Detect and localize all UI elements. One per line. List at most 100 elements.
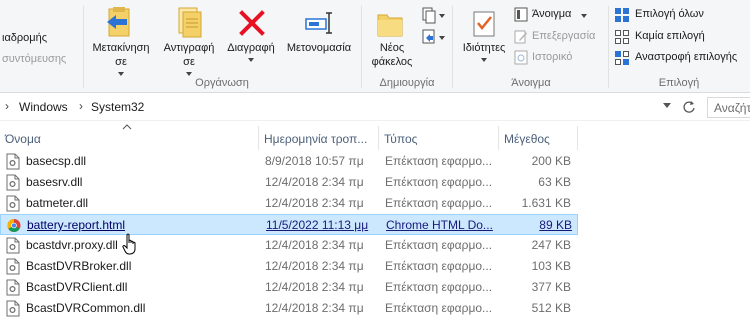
invert-selection-button[interactable]: Αναστροφή επιλογής: [614, 49, 750, 67]
file-type: Επέκταση εφαρμο...: [385, 196, 493, 210]
paste-shortcut-label[interactable]: συντόμευσης: [2, 53, 66, 65]
file-row[interactable]: basesrv.dll 12/4/2018 2:34 πμ Επέκταση εφα…: [0, 172, 578, 193]
file-date: 12/4/2018 2:34 πμ: [265, 196, 364, 210]
file-row[interactable]: BcastDVRClient.dll 12/4/2018 2:34 πμ Επέκτ…: [0, 277, 578, 298]
file-row[interactable]: batmeter.dll 12/4/2018 2:34 πμ Επέκταση εφ…: [0, 193, 578, 214]
dll-file-icon: [6, 237, 20, 254]
file-name: basesrv.dll: [26, 175, 83, 189]
rename-label: Μετονομασία: [286, 42, 352, 54]
invert-selection-icon: [615, 51, 629, 65]
file-date: 8/9/2018 10:57 πμ: [265, 154, 364, 168]
file-type: Επέκταση εφαρμο...: [385, 154, 493, 168]
new-folder-icon: [377, 14, 403, 37]
select-none-button[interactable]: Καμία επιλογή: [614, 28, 750, 46]
delete-label: Διαγραφή: [227, 42, 275, 54]
address-bar[interactable]: › Windows › System32 Αναζήτ: [0, 93, 750, 121]
file-date: 11/5/2022 11:13 μμ: [266, 218, 369, 232]
select-all-label: Επιλογή όλων: [635, 8, 704, 20]
breadcrumb-windows[interactable]: Windows: [19, 100, 68, 114]
dll-file-icon: [6, 300, 20, 317]
refresh-icon[interactable]: [682, 100, 696, 114]
history-icon: [514, 50, 528, 65]
easy-access-icon: [422, 29, 445, 44]
search-placeholder: Αναζήτ: [714, 101, 750, 115]
column-header-size[interactable]: Μέγεθος: [499, 126, 578, 150]
edit-button[interactable]: Επεξεργασία: [514, 28, 604, 46]
file-size: 247 KB: [531, 238, 571, 252]
file-date: 12/4/2018 2:34 πμ: [265, 259, 364, 273]
open-label: Άνοιγμα: [532, 8, 572, 20]
file-size: 377 KB: [531, 280, 571, 294]
file-name: BcastDVRBroker.dll: [26, 259, 132, 273]
column-header-type[interactable]: Τύπος: [379, 126, 499, 150]
dll-file-icon: [6, 279, 20, 296]
dll-file-icon: [6, 174, 20, 191]
invert-selection-label: Αναστροφή επιλογής: [635, 51, 738, 63]
chevron-down-icon: [118, 72, 124, 76]
file-type: Επέκταση εφαρμο...: [385, 238, 493, 252]
open-icon: [514, 7, 528, 22]
file-type: Επέκταση εφαρμο...: [385, 175, 493, 189]
select-all-icon: [615, 8, 629, 22]
ribbon-separator: [361, 6, 362, 88]
ribbon-separator: [452, 6, 453, 88]
new-item-button[interactable]: [420, 6, 446, 24]
file-name: BcastDVRClient.dll: [26, 280, 128, 294]
new-folder-button[interactable]: Νέος φάκελος: [364, 2, 414, 74]
organize-group-label: Οργάνωση: [195, 77, 249, 89]
file-type: Επέκταση εφαρμο...: [385, 259, 493, 273]
edit-label: Επεξεργασία: [532, 30, 596, 42]
file-row[interactable]: bcastdvr.proxy.dll 12/4/2018 2:34 πμ Επέκτ…: [0, 235, 578, 256]
chevron-right-icon: ›: [5, 99, 9, 113]
file-size: 63 KB: [538, 175, 571, 189]
breadcrumb-system32[interactable]: System32: [91, 100, 144, 114]
file-row[interactable]: basecsp.dll 8/9/2018 10:57 πμ Επέκταση εφα…: [0, 151, 578, 172]
new-folder-label-line1: Νέος: [379, 42, 405, 54]
move-to-icon: [107, 7, 130, 37]
delete-button[interactable]: Διαγραφή: [222, 2, 280, 74]
copy-to-label-line2: σε: [183, 56, 195, 68]
chevron-down-icon: [248, 58, 254, 62]
rename-button[interactable]: Μετονομασία: [280, 2, 358, 74]
copy-to-button[interactable]: Αντιγραφή σε: [156, 2, 224, 76]
ribbon-separator: [608, 6, 609, 88]
select-group-label: Επιλογή: [658, 77, 700, 89]
easy-access-button[interactable]: [420, 28, 446, 46]
file-date: 12/4/2018 2:34 πμ: [265, 280, 364, 294]
ribbon: ιαδρομής συντόμευσης Μετακίνηση σε Αντιγ…: [0, 0, 750, 93]
history-button[interactable]: Ιστορικό: [514, 49, 584, 67]
file-size: 200 KB: [531, 154, 571, 168]
rename-icon: [305, 12, 332, 34]
move-to-label-line1: Μετακίνηση: [92, 42, 150, 54]
column-header-row: Όνομα Ημερομηνία τροπ... Τύπος Μέγεθος: [0, 126, 750, 150]
file-row[interactable]: BcastDVRCommon.dll 12/4/2018 2:34 πμ Επέκτ…: [0, 298, 578, 319]
file-name: batmeter.dll: [26, 196, 89, 210]
open-button[interactable]: Άνοιγμα: [514, 6, 594, 24]
properties-button[interactable]: Ιδιότητες: [456, 2, 512, 74]
new-group-label: Δημιουργία: [379, 77, 435, 89]
copy-to-icon: [178, 7, 202, 38]
search-input[interactable]: Αναζήτ: [707, 97, 750, 118]
copy-path-label[interactable]: ιαδρομής: [2, 32, 47, 44]
new-folder-label-line2: φάκελος: [371, 56, 413, 68]
file-name: BcastDVRCommon.dll: [26, 301, 146, 315]
file-name: basecsp.dll: [26, 154, 87, 168]
select-none-icon: [615, 30, 629, 44]
hand-cursor-icon: [122, 233, 136, 255]
file-row[interactable]: BcastDVRBroker.dll 12/4/2018 2:34 πμ Επέκτ…: [0, 256, 578, 277]
move-to-button[interactable]: Μετακίνηση σε: [86, 2, 156, 76]
file-name: battery-report.html: [27, 218, 126, 232]
column-header-name[interactable]: Όνομα: [0, 126, 259, 150]
edit-icon: [514, 30, 527, 44]
file-date: 12/4/2018 2:34 πμ: [265, 301, 364, 315]
file-row[interactable]: battery-report.html 11/5/2022 11:13 μμ Chr…: [0, 214, 578, 235]
file-date: 12/4/2018 2:34 πμ: [265, 175, 364, 189]
copy-to-label-line1: Αντιγραφή: [163, 42, 215, 54]
delete-icon: [239, 10, 265, 36]
properties-icon: [473, 11, 495, 37]
select-all-button[interactable]: Επιλογή όλων: [614, 6, 750, 24]
column-header-date[interactable]: Ημερομηνία τροπ...: [259, 126, 379, 150]
chevron-down-icon: [581, 14, 587, 18]
properties-label: Ιδιότητες: [462, 42, 506, 54]
file-name: bcastdvr.proxy.dll: [26, 238, 118, 252]
